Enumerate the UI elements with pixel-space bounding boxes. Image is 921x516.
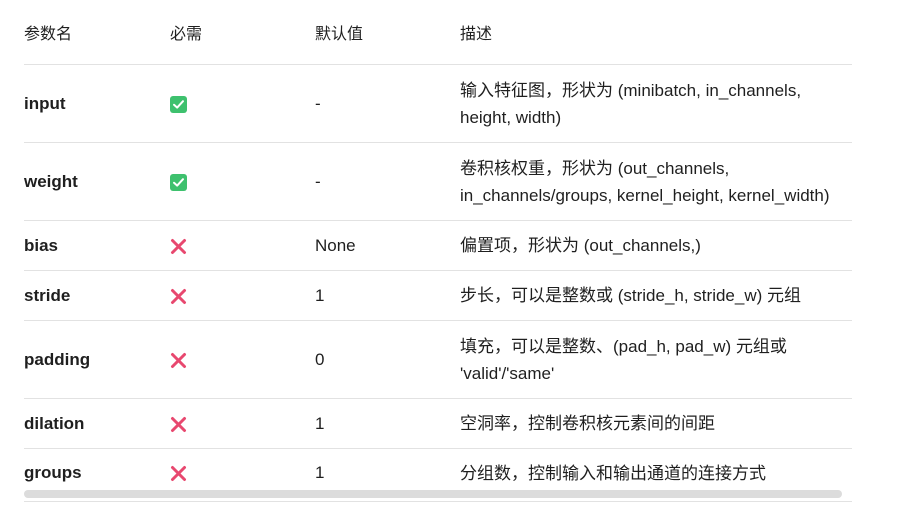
- table-row: weight - 卷积核权重，形状为 (out_channels, in_cha…: [24, 142, 852, 221]
- default-value: 0: [315, 320, 460, 399]
- header-default: 默认值: [315, 0, 460, 65]
- cross-icon: [170, 352, 187, 369]
- scrollbar-thumb[interactable]: [24, 490, 842, 498]
- params-table: 参数名 必需 默认值 描述 input - 输入特征图，形状为 (minibat…: [24, 0, 852, 497]
- required-cell: [170, 64, 315, 143]
- params-table-container: 参数名 必需 默认值 描述 input - 输入特征图，形状为 (minibat…: [24, 0, 852, 516]
- param-name: weight: [24, 142, 170, 221]
- cross-icon: [170, 416, 187, 433]
- horizontal-scrollbar[interactable]: [24, 490, 852, 500]
- default-value: 1: [315, 398, 460, 449]
- table-row: stride 1 步长，可以是整数或 (stride_h, stride_w) …: [24, 270, 852, 321]
- param-name: input: [24, 64, 170, 143]
- cross-icon: [170, 238, 187, 255]
- header-description: 描述: [460, 0, 852, 65]
- default-value: None: [315, 220, 460, 271]
- check-icon: [170, 95, 187, 113]
- table-row: input - 输入特征图，形状为 (minibatch, in_channel…: [24, 64, 852, 143]
- table-row: dilation 1 空洞率，控制卷积核元素间的间距: [24, 398, 852, 449]
- default-value: -: [315, 64, 460, 143]
- param-description: 步长，可以是整数或 (stride_h, stride_w) 元组: [460, 270, 852, 321]
- check-icon: [170, 173, 187, 191]
- table-row: bias None 偏置项，形状为 (out_channels,): [24, 220, 852, 271]
- table-header-row: 参数名 必需 默认值 描述: [24, 0, 852, 65]
- param-description: 填充，可以是整数、(pad_h, pad_w) 元组或 'valid'/'sam…: [460, 320, 852, 399]
- param-description: 偏置项，形状为 (out_channels,): [460, 220, 852, 271]
- param-name: stride: [24, 270, 170, 321]
- required-cell: [170, 220, 315, 271]
- param-description: 输入特征图，形状为 (minibatch, in_channels, heigh…: [460, 64, 852, 143]
- header-param-name: 参数名: [24, 0, 170, 65]
- default-value: 1: [315, 270, 460, 321]
- required-cell: [170, 320, 315, 399]
- required-cell: [170, 270, 315, 321]
- param-description: 空洞率，控制卷积核元素间的间距: [460, 398, 852, 449]
- table-row: padding 0 填充，可以是整数、(pad_h, pad_w) 元组或 'v…: [24, 320, 852, 399]
- param-name: bias: [24, 220, 170, 271]
- cross-icon: [170, 288, 187, 305]
- default-value: -: [315, 142, 460, 221]
- param-description: 卷积核权重，形状为 (out_channels, in_channels/gro…: [460, 142, 852, 221]
- header-required: 必需: [170, 0, 315, 65]
- cross-icon: [170, 465, 187, 482]
- param-name: padding: [24, 320, 170, 399]
- param-name: dilation: [24, 398, 170, 449]
- required-cell: [170, 142, 315, 221]
- required-cell: [170, 398, 315, 449]
- table-bottom-border: [24, 501, 852, 502]
